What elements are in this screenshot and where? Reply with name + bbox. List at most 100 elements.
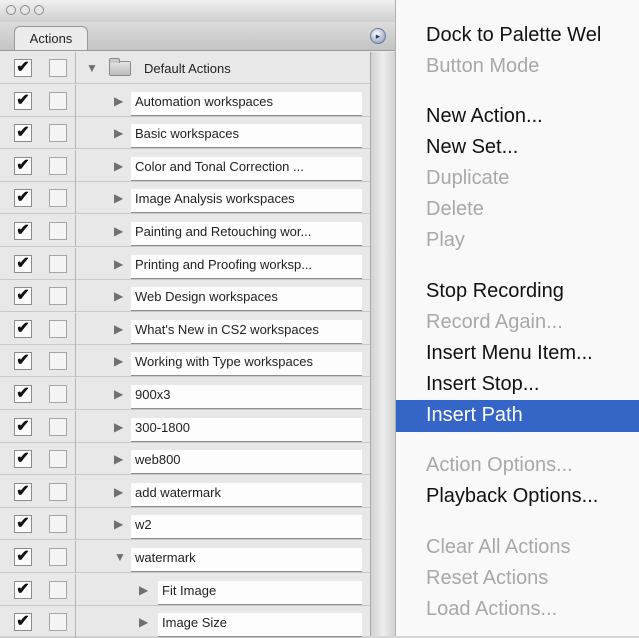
disclosure-open-icon[interactable]: ▼ bbox=[86, 61, 98, 75]
action-row[interactable]: ✔ ▶ web800 bbox=[0, 443, 370, 476]
action-row[interactable]: ✔ ▶ Printing and Proofing worksp... bbox=[0, 247, 370, 280]
toggle-checkbox[interactable]: ✔ bbox=[14, 319, 32, 338]
toggle-checkbox[interactable]: ✔ bbox=[14, 59, 32, 77]
action-row[interactable]: ✔ ▼ watermark bbox=[0, 541, 370, 573]
action-row[interactable]: ✔ ▶ Painting and Retouching wor... bbox=[0, 215, 370, 247]
dialog-toggle-box[interactable] bbox=[49, 319, 67, 338]
close-window-button[interactable] bbox=[6, 5, 16, 15]
action-set-row[interactable]: ✔ ▼ Default Actions bbox=[0, 52, 370, 84]
disclosure-closed-icon[interactable]: ▶ bbox=[114, 159, 123, 173]
action-label: add watermark bbox=[131, 482, 362, 507]
menu-item-insert-stop[interactable]: Insert Stop... bbox=[426, 371, 539, 397]
checkmark-icon: ✔ bbox=[16, 59, 30, 76]
action-row[interactable]: ✔ ▶ 900x3 bbox=[0, 378, 370, 410]
toggle-checkbox[interactable]: ✔ bbox=[14, 124, 32, 143]
action-row[interactable]: ✔ ▶ add watermark bbox=[0, 475, 370, 508]
palette-titlebar[interactable] bbox=[0, 0, 395, 23]
menu-item-insert-path[interactable]: Insert Path bbox=[426, 402, 523, 428]
disclosure-closed-icon[interactable]: ▶ bbox=[114, 289, 123, 303]
toggle-checkbox[interactable]: ✔ bbox=[14, 254, 32, 273]
checkmark-icon: ✔ bbox=[16, 156, 30, 174]
dialog-toggle-box[interactable] bbox=[49, 59, 67, 77]
disclosure-closed-icon[interactable]: ▶ bbox=[139, 615, 148, 629]
vertical-scrollbar[interactable] bbox=[370, 52, 395, 636]
action-row[interactable]: ✔ ▶ Web Design workspaces bbox=[0, 280, 370, 313]
menu-item-stop-recording[interactable]: Stop Recording bbox=[426, 278, 564, 304]
disclosure-closed-icon[interactable]: ▶ bbox=[114, 257, 123, 271]
zoom-window-button[interactable] bbox=[34, 5, 44, 15]
dialog-toggle-box[interactable] bbox=[49, 156, 67, 175]
dialog-toggle-box[interactable] bbox=[49, 515, 67, 534]
disclosure-closed-icon[interactable]: ▶ bbox=[114, 94, 123, 108]
checkmark-icon: ✔ bbox=[16, 287, 30, 305]
dialog-toggle-box[interactable] bbox=[49, 189, 67, 208]
dialog-toggle-box[interactable] bbox=[49, 417, 67, 436]
action-row[interactable]: ✔ ▶ Color and Tonal Correction ... bbox=[0, 149, 370, 182]
dialog-toggle-box[interactable] bbox=[49, 124, 67, 143]
dialog-toggle-box[interactable] bbox=[49, 222, 67, 240]
action-row[interactable]: ✔ ▶ 300-1800 bbox=[0, 410, 370, 443]
disclosure-closed-icon[interactable]: ▶ bbox=[114, 517, 123, 531]
toggle-checkbox[interactable]: ✔ bbox=[14, 548, 32, 566]
toggle-checkbox[interactable]: ✔ bbox=[14, 613, 32, 632]
dialog-toggle-box[interactable] bbox=[49, 91, 67, 110]
action-row[interactable]: ✔ ▶ Working with Type workspaces bbox=[0, 345, 370, 378]
dialog-toggle-box[interactable] bbox=[49, 385, 67, 403]
disclosure-closed-icon[interactable]: ▶ bbox=[114, 452, 123, 466]
action-row[interactable]: ✔ ▶ w2 bbox=[0, 508, 370, 541]
column-divider bbox=[75, 215, 76, 247]
disclosure-closed-icon[interactable]: ▶ bbox=[114, 387, 123, 401]
dialog-toggle-box[interactable] bbox=[49, 450, 67, 469]
disclosure-closed-icon[interactable]: ▶ bbox=[114, 420, 123, 434]
action-row[interactable]: ✔ ▶ Image Analysis workspaces bbox=[0, 182, 370, 215]
dialog-toggle-box[interactable] bbox=[49, 548, 67, 566]
toggle-checkbox[interactable]: ✔ bbox=[14, 222, 32, 240]
disclosure-closed-icon[interactable]: ▶ bbox=[139, 583, 148, 597]
column-divider bbox=[75, 508, 76, 541]
toggle-checkbox[interactable]: ✔ bbox=[14, 450, 32, 469]
dialog-toggle-box[interactable] bbox=[49, 580, 67, 599]
disclosure-closed-icon[interactable]: ▶ bbox=[114, 224, 123, 238]
action-row[interactable]: ✔ ▶ Automation workspaces bbox=[0, 84, 370, 117]
dialog-toggle-box[interactable] bbox=[49, 352, 67, 371]
column-divider bbox=[75, 182, 76, 215]
disclosure-closed-icon[interactable]: ▶ bbox=[114, 354, 123, 368]
action-label: Image Size bbox=[158, 613, 362, 638]
disclosure-closed-icon[interactable]: ▶ bbox=[114, 322, 123, 336]
menu-item-highlight[interactable]: Insert Path bbox=[396, 400, 639, 432]
toggle-checkbox[interactable]: ✔ bbox=[14, 515, 32, 534]
toggle-checkbox[interactable]: ✔ bbox=[14, 189, 32, 208]
menu-item-insert-menu-item[interactable]: Insert Menu Item... bbox=[426, 340, 593, 366]
toggle-checkbox[interactable]: ✔ bbox=[14, 482, 32, 501]
disclosure-closed-icon[interactable]: ▶ bbox=[114, 191, 123, 205]
menu-item-new-set[interactable]: New Set... bbox=[426, 134, 518, 160]
column-divider bbox=[75, 573, 76, 606]
folder-icon bbox=[109, 58, 131, 76]
menu-item-dock-to-palette-wel[interactable]: Dock to Palette Wel bbox=[426, 22, 601, 48]
action-label: Image Analysis workspaces bbox=[131, 189, 362, 214]
toggle-checkbox[interactable]: ✔ bbox=[14, 580, 32, 599]
palette-menu-arrow-icon[interactable]: ▸ bbox=[370, 28, 386, 44]
toggle-checkbox[interactable]: ✔ bbox=[14, 352, 32, 371]
dialog-toggle-box[interactable] bbox=[49, 482, 67, 501]
action-row[interactable]: ✔ ▶ What's New in CS2 workspaces bbox=[0, 312, 370, 345]
tab-actions[interactable]: Actions bbox=[14, 26, 88, 50]
action-step-row[interactable]: ✔ ▶ Fit Image bbox=[0, 573, 370, 606]
toggle-checkbox[interactable]: ✔ bbox=[14, 91, 32, 110]
dialog-toggle-box[interactable] bbox=[49, 287, 67, 306]
action-row[interactable]: ✔ ▶ Basic workspaces bbox=[0, 117, 370, 150]
menu-item-new-action[interactable]: New Action... bbox=[426, 103, 543, 129]
disclosure-closed-icon[interactable]: ▶ bbox=[114, 126, 123, 140]
minimize-window-button[interactable] bbox=[20, 5, 30, 15]
menu-item-playback-options[interactable]: Playback Options... bbox=[426, 483, 598, 509]
toggle-checkbox[interactable]: ✔ bbox=[14, 287, 32, 306]
disclosure-closed-icon[interactable]: ▶ bbox=[114, 485, 123, 499]
disclosure-open-icon[interactable]: ▼ bbox=[114, 550, 126, 564]
dialog-toggle-box[interactable] bbox=[49, 254, 67, 273]
action-step-row[interactable]: ✔ ▶ Image Size bbox=[0, 606, 370, 638]
action-label: Automation workspaces bbox=[131, 91, 362, 116]
toggle-checkbox[interactable]: ✔ bbox=[14, 417, 32, 436]
toggle-checkbox[interactable]: ✔ bbox=[14, 385, 32, 403]
dialog-toggle-box[interactable] bbox=[49, 613, 67, 632]
toggle-checkbox[interactable]: ✔ bbox=[14, 156, 32, 175]
